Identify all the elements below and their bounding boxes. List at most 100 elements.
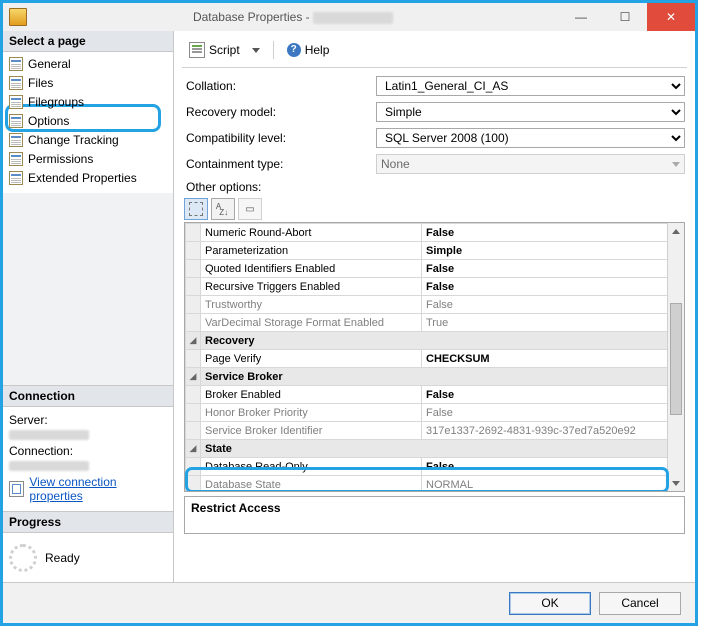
grid-row[interactable]: Quoted Identifiers EnabledFalse bbox=[186, 260, 668, 278]
page-item-label: Permissions bbox=[28, 152, 93, 166]
collation-select[interactable]: Latin1_General_CI_AS bbox=[376, 76, 685, 96]
chevron-down-icon bbox=[672, 162, 680, 167]
grid-row[interactable]: TrustworthyFalse bbox=[186, 296, 668, 314]
window-frame: Database Properties - — ☐ ✕ Select a pag… bbox=[0, 0, 698, 626]
grid-row[interactable]: Database StateNORMAL bbox=[186, 476, 668, 492]
page-item-change-tracking[interactable]: Change Tracking bbox=[3, 130, 173, 149]
toolbar: Script ? Help bbox=[182, 37, 687, 68]
script-button[interactable]: Script bbox=[182, 39, 267, 61]
progress-status: Ready bbox=[45, 551, 80, 565]
progress-panel: Progress Ready bbox=[3, 511, 173, 583]
chevron-down-icon bbox=[252, 48, 260, 53]
expand-icon[interactable]: ◢ bbox=[186, 440, 201, 458]
grid-value[interactable]: False bbox=[422, 278, 668, 296]
grid-row[interactable]: ParameterizationSimple bbox=[186, 242, 668, 260]
page-item-extended-properties[interactable]: Extended Properties bbox=[3, 168, 173, 187]
connection-value-redacted bbox=[9, 461, 89, 471]
grid-row[interactable]: ◢Service Broker bbox=[186, 368, 668, 386]
scrollbar-thumb[interactable] bbox=[670, 303, 682, 415]
grid-row[interactable]: Database Read-OnlyFalse bbox=[186, 458, 668, 476]
page-icon bbox=[9, 57, 23, 71]
grid-gutter bbox=[186, 260, 201, 278]
page-item-general[interactable]: General bbox=[3, 54, 173, 73]
grid-row[interactable]: ◢Recovery bbox=[186, 332, 668, 350]
page-item-label: General bbox=[28, 57, 71, 71]
grid-value[interactable]: NORMAL bbox=[422, 476, 668, 492]
grid-value[interactable]: True bbox=[422, 314, 668, 332]
ok-button[interactable]: OK bbox=[509, 592, 591, 615]
expand-icon[interactable]: ◢ bbox=[186, 332, 201, 350]
page-icon bbox=[9, 114, 23, 128]
grid-row[interactable]: VarDecimal Storage Format EnabledTrue bbox=[186, 314, 668, 332]
grid-gutter bbox=[186, 350, 201, 368]
grid-alphabetical-button[interactable] bbox=[211, 198, 235, 220]
grid-value[interactable]: False bbox=[422, 224, 668, 242]
page-icon bbox=[9, 95, 23, 109]
right-pane: Script ? Help Collation: Latin1_General_… bbox=[174, 31, 695, 583]
other-options-label: Other options: bbox=[186, 180, 685, 194]
grid-row[interactable]: Recursive Triggers EnabledFalse bbox=[186, 278, 668, 296]
page-item-permissions[interactable]: Permissions bbox=[3, 149, 173, 168]
help-button[interactable]: ? Help bbox=[280, 40, 337, 60]
title-bar[interactable]: Database Properties - — ☐ ✕ bbox=[3, 3, 695, 32]
page-item-label: Options bbox=[28, 114, 69, 128]
grid-key: Honor Broker Priority bbox=[201, 404, 422, 422]
grid-value[interactable]: False bbox=[422, 386, 668, 404]
help-icon: ? bbox=[287, 43, 301, 57]
grid-value[interactable]: False bbox=[422, 260, 668, 278]
maximize-button[interactable]: ☐ bbox=[603, 3, 647, 31]
containment-type-value: None bbox=[381, 157, 410, 171]
grid-value[interactable]: Simple bbox=[422, 242, 668, 260]
page-item-filegroups[interactable]: Filegroups bbox=[3, 92, 173, 111]
grid-key: Database Read-Only bbox=[201, 458, 422, 476]
containment-type-select: None bbox=[376, 154, 685, 174]
grid-categorized-button[interactable] bbox=[184, 198, 208, 220]
expand-icon[interactable]: ◢ bbox=[186, 368, 201, 386]
recovery-model-select[interactable]: Simple bbox=[376, 102, 685, 122]
close-button[interactable]: ✕ bbox=[647, 3, 695, 31]
grid-category: Recovery bbox=[201, 332, 668, 350]
property-grid-scrollbar[interactable] bbox=[667, 223, 684, 491]
app-icon bbox=[9, 8, 27, 26]
grid-row[interactable]: Honor Broker PriorityFalse bbox=[186, 404, 668, 422]
grid-value[interactable]: CHECKSUM bbox=[422, 350, 668, 368]
page-item-files[interactable]: Files bbox=[3, 73, 173, 92]
grid-row[interactable]: Service Broker Identifier317e1337-2692-4… bbox=[186, 422, 668, 440]
grid-row[interactable]: Page VerifyCHECKSUM bbox=[186, 350, 668, 368]
compatibility-level-label: Compatibility level: bbox=[184, 131, 376, 145]
page-item-label: Change Tracking bbox=[28, 133, 119, 147]
dialog-footer: OK Cancel bbox=[3, 582, 695, 623]
progress-header: Progress bbox=[3, 512, 173, 533]
recovery-model-label: Recovery model: bbox=[184, 105, 376, 119]
grid-value[interactable]: False bbox=[422, 404, 668, 422]
view-connection-properties-link[interactable]: View connection properties bbox=[29, 475, 167, 503]
grid-key: Broker Enabled bbox=[201, 386, 422, 404]
grid-category: State bbox=[201, 440, 668, 458]
grid-row[interactable]: ◢State bbox=[186, 440, 668, 458]
grid-key: Recursive Triggers Enabled bbox=[201, 278, 422, 296]
page-icon bbox=[9, 76, 23, 90]
grid-value[interactable]: False bbox=[422, 296, 668, 314]
grid-row[interactable]: Numeric Round-AbortFalse bbox=[186, 224, 668, 242]
page-icon bbox=[9, 152, 23, 166]
progress-spinner-icon bbox=[9, 544, 37, 572]
grid-value[interactable]: 317e1337-2692-4831-939c-37ed7a520e92 bbox=[422, 422, 668, 440]
page-item-options[interactable]: Options bbox=[3, 111, 173, 130]
connection-panel: Connection Server: Connection: View conn… bbox=[3, 385, 173, 511]
property-grid: Numeric Round-AbortFalseParameterization… bbox=[184, 222, 685, 492]
page-icon bbox=[9, 171, 23, 185]
grid-row[interactable]: Broker EnabledFalse bbox=[186, 386, 668, 404]
property-description-title: Restrict Access bbox=[191, 501, 281, 515]
cancel-button[interactable]: Cancel bbox=[599, 592, 681, 615]
grid-key: VarDecimal Storage Format Enabled bbox=[201, 314, 422, 332]
title-text: Database Properties - bbox=[193, 10, 310, 24]
grid-value[interactable]: False bbox=[422, 458, 668, 476]
grid-key: Page Verify bbox=[201, 350, 422, 368]
grid-key: Quoted Identifiers Enabled bbox=[201, 260, 422, 278]
minimize-button[interactable]: — bbox=[559, 3, 603, 31]
grid-pages-button[interactable]: ▭ bbox=[238, 198, 262, 220]
grid-gutter bbox=[186, 296, 201, 314]
grid-gutter bbox=[186, 404, 201, 422]
grid-key: Numeric Round-Abort bbox=[201, 224, 422, 242]
compatibility-level-select[interactable]: SQL Server 2008 (100) bbox=[376, 128, 685, 148]
